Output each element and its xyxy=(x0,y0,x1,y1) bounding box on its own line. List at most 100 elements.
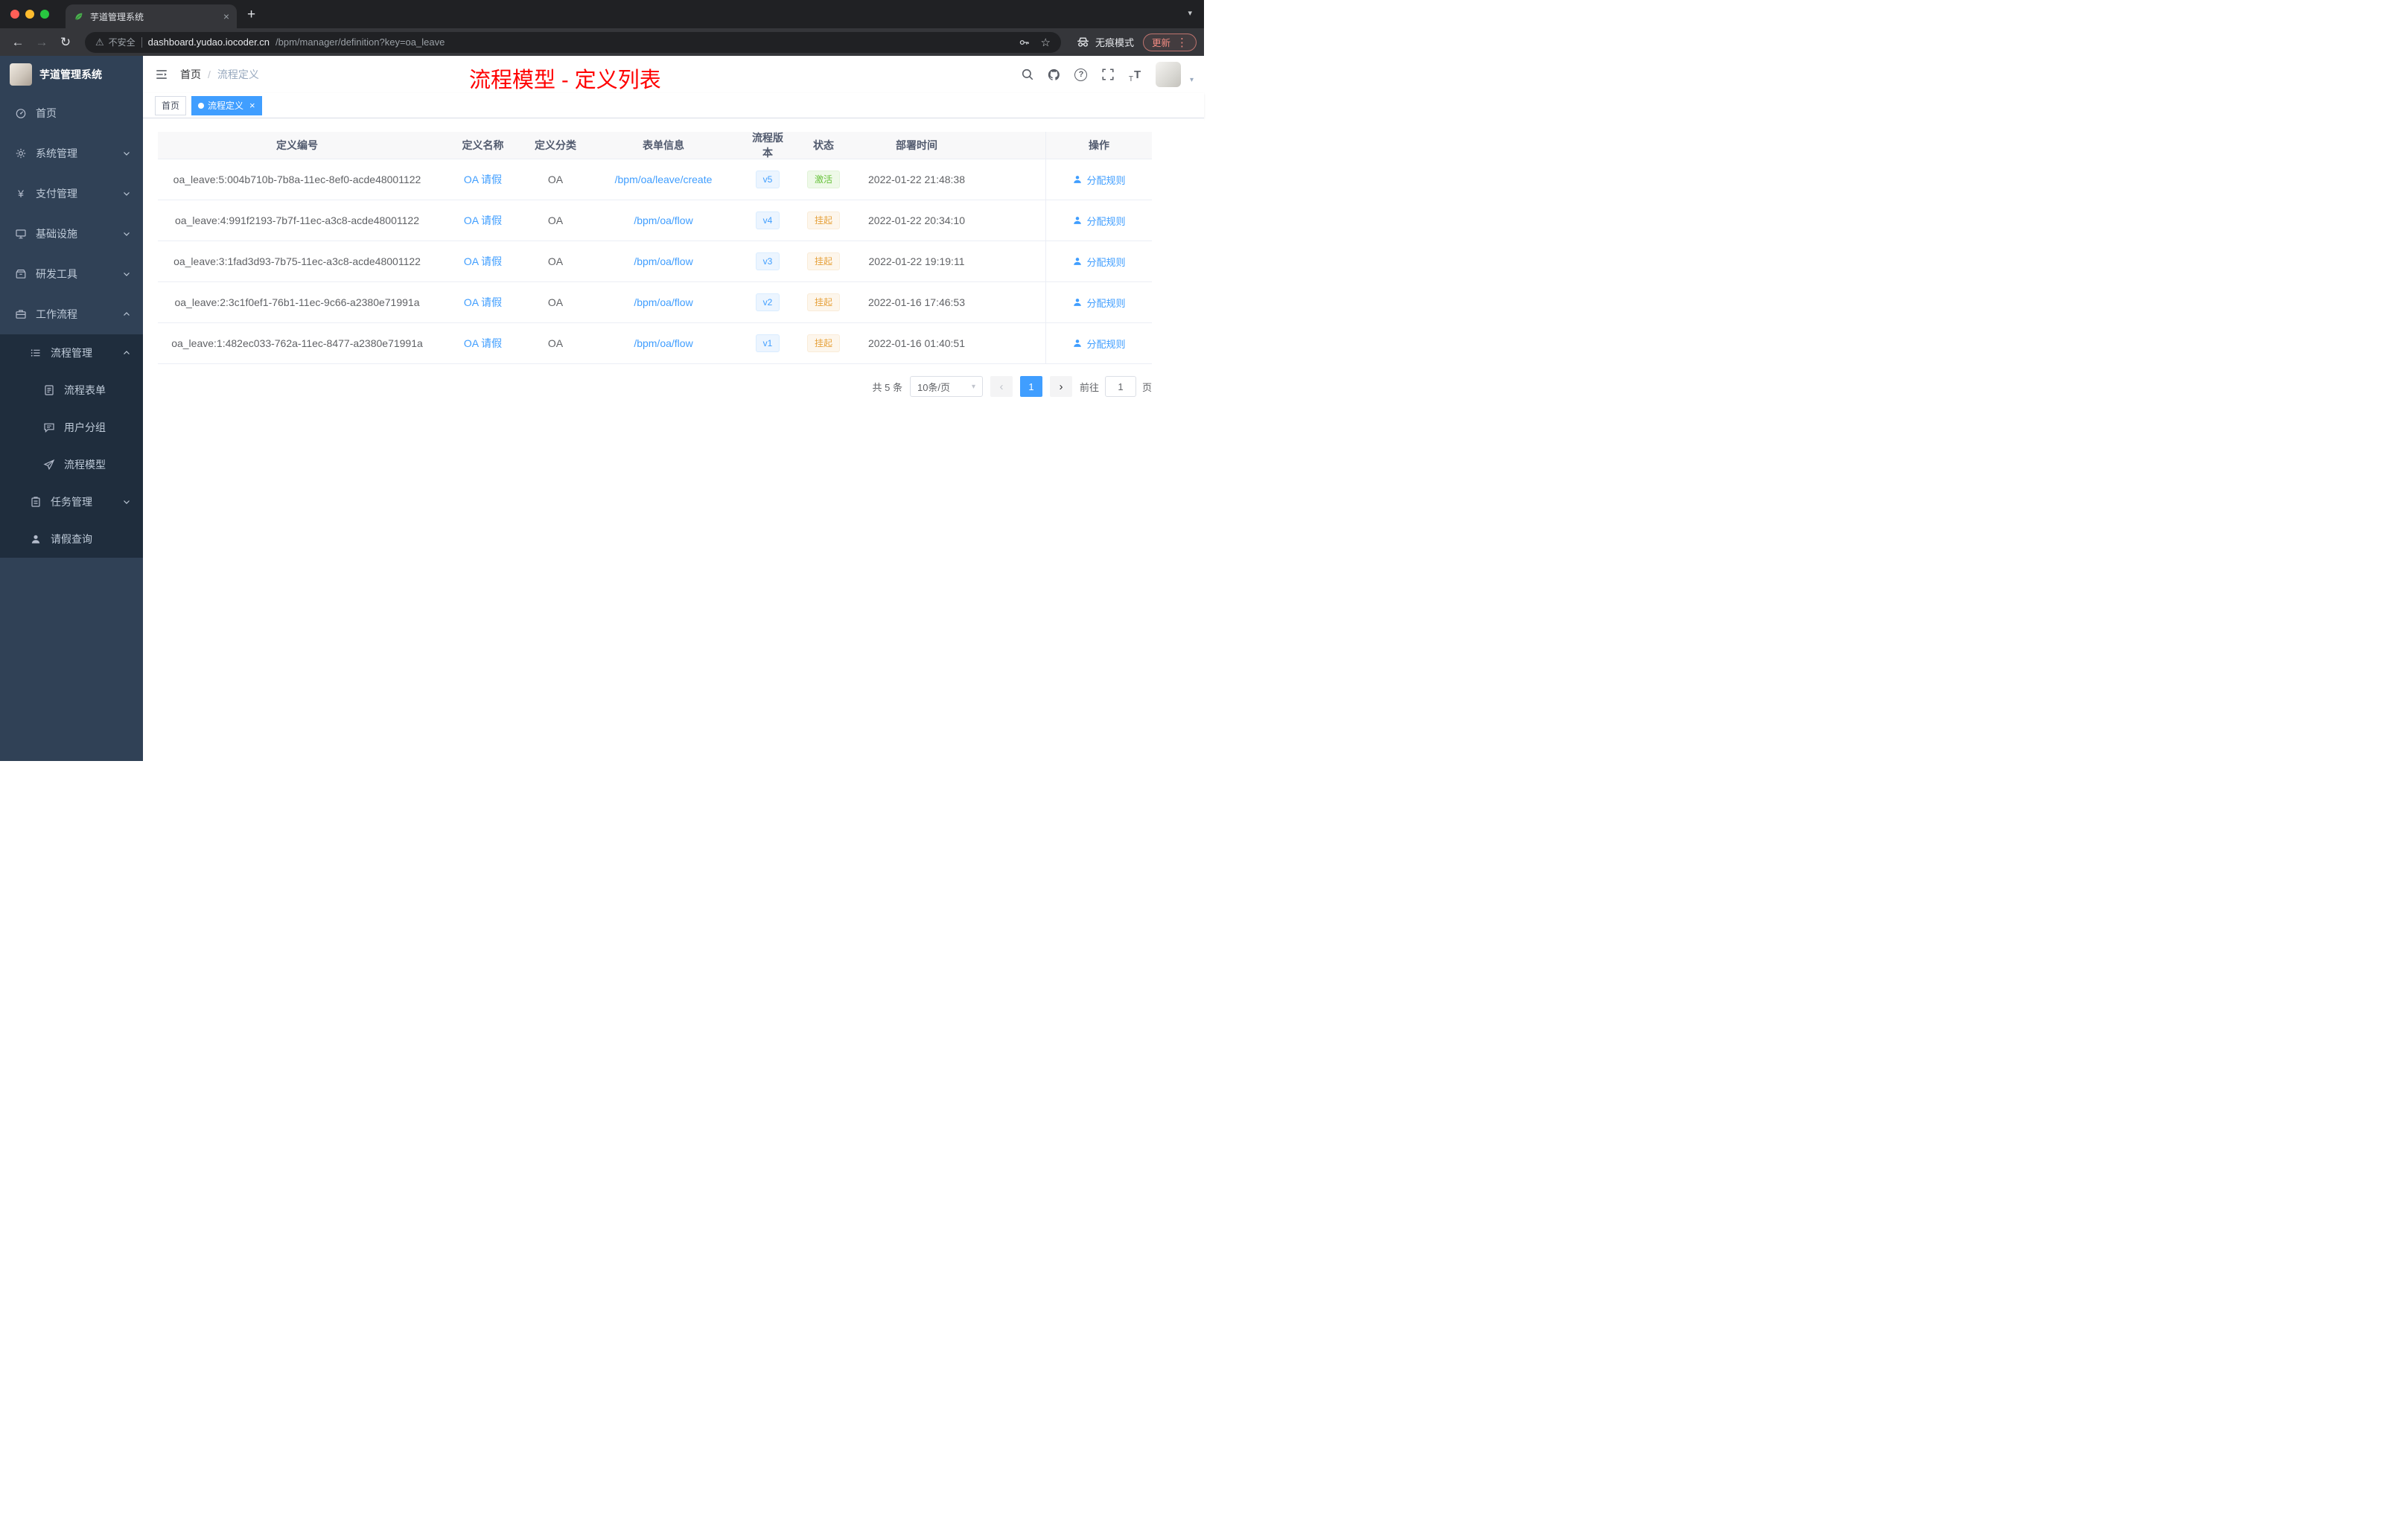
key-icon[interactable] xyxy=(1019,36,1031,48)
avatar-caret-icon[interactable]: ▾ xyxy=(1190,76,1194,84)
app-navbar: 首页 / 流程定义 流程模型 - 定义列表 ? T T ▾ xyxy=(143,56,1204,93)
sidebar-item-infrastructure[interactable]: 基础设施 xyxy=(0,214,143,254)
sidebar-item-task-management[interactable]: 任务管理 xyxy=(0,483,143,520)
logo-avatar xyxy=(10,63,32,86)
reload-icon[interactable]: ↻ xyxy=(55,36,76,48)
definition-name-link[interactable]: OA 请假 xyxy=(464,336,502,351)
cell-definition-id: oa_leave:1:482ec033-762a-11ec-8477-a2380… xyxy=(171,337,423,349)
sidebar-item-leave-query[interactable]: 请假查询 xyxy=(0,520,143,558)
assign-rule-button[interactable]: 分配规则 xyxy=(1072,173,1126,187)
sidebar-item-label: 流程管理 xyxy=(51,347,92,359)
pagination-total: 共 5 条 xyxy=(872,381,902,393)
definition-name-link[interactable]: OA 请假 xyxy=(464,295,502,310)
definition-name-link[interactable]: OA 请假 xyxy=(464,254,502,269)
tab-close-icon[interactable]: × xyxy=(223,11,229,22)
chat-bubble-icon xyxy=(44,423,54,433)
form-info-link[interactable]: /bpm/oa/leave/create xyxy=(615,173,713,185)
favicon-leaf-icon xyxy=(75,13,83,20)
cell-category: OA xyxy=(547,173,564,185)
incognito-indicator: 无痕模式 xyxy=(1076,35,1134,49)
sidebar-item-user-group[interactable]: 用户分组 xyxy=(0,409,143,446)
tab-list-caret-icon[interactable]: ▾ xyxy=(1188,8,1192,18)
definition-name-link[interactable]: OA 请假 xyxy=(464,213,502,228)
definition-name-link[interactable]: OA 请假 xyxy=(464,172,502,187)
tag-home[interactable]: 首页 xyxy=(155,95,187,115)
table-row: oa_leave:5:004b710b-7b8a-11ec-8ef0-acde4… xyxy=(158,159,1152,200)
url-divider xyxy=(141,36,142,48)
page-size-value: 10条/页 xyxy=(917,381,951,393)
github-icon[interactable] xyxy=(1045,66,1063,83)
next-page-button[interactable]: › xyxy=(1049,376,1072,397)
help-icon[interactable]: ? xyxy=(1072,66,1090,83)
breadcrumb-separator: / xyxy=(208,69,211,80)
form-info-link[interactable]: /bpm/oa/flow xyxy=(634,214,692,226)
table-row: oa_leave:1:482ec033-762a-11ec-8477-a2380… xyxy=(158,323,1152,364)
browser-menu-icon[interactable]: ⋮ xyxy=(1176,36,1188,49)
form-info-link[interactable]: /bpm/oa/flow xyxy=(634,255,692,267)
user-icon xyxy=(1074,176,1082,183)
tag-close-icon[interactable]: × xyxy=(249,101,255,110)
hamburger-icon[interactable] xyxy=(143,68,180,81)
sidebar-item-dev-tools[interactable]: 研发工具 xyxy=(0,254,143,294)
user-avatar[interactable] xyxy=(1155,62,1181,87)
assign-rule-button[interactable]: 分配规则 xyxy=(1072,255,1126,269)
bookmark-star-icon[interactable]: ☆ xyxy=(1041,36,1051,49)
sidebar-item-label: 首页 xyxy=(36,107,57,119)
tag-label: 流程定义 xyxy=(208,101,244,111)
zoom-window-button[interactable] xyxy=(40,10,49,19)
browser-tab[interactable]: 芋道管理系统 × xyxy=(66,4,237,28)
assign-rule-button[interactable]: 分配规则 xyxy=(1072,337,1126,351)
goto-page-input[interactable] xyxy=(1104,376,1136,397)
sidebar-item-label: 支付管理 xyxy=(36,188,77,200)
cell-category: OA xyxy=(547,337,564,349)
definition-table: 定义编号 定义名称 定义分类 表单信息 流程版本 状态 部署时间 操作 oa_l… xyxy=(158,132,1152,364)
forward-icon[interactable]: → xyxy=(31,36,52,48)
goto-label: 前往 xyxy=(1079,381,1099,393)
cell-deploy-time: 2022-01-22 19:19:11 xyxy=(868,255,965,267)
status-badge: 挂起 xyxy=(806,293,840,312)
form-info-link[interactable]: /bpm/oa/flow xyxy=(634,296,692,308)
close-window-button[interactable] xyxy=(10,10,19,19)
assign-rule-button[interactable]: 分配规则 xyxy=(1072,296,1126,310)
address-bar[interactable]: ⚠ 不安全 dashboard.yudao.iocoder.cn /bpm/ma… xyxy=(85,31,1061,53)
search-icon[interactable] xyxy=(1019,66,1036,83)
content-area: 定义编号 定义名称 定义分类 表单信息 流程版本 状态 部署时间 操作 oa_l… xyxy=(143,118,1204,761)
url-path: /bpm/manager/definition?key=oa_leave xyxy=(275,36,445,48)
col-header-spacer xyxy=(976,132,1045,159)
sidebar-item-process-form[interactable]: 流程表单 xyxy=(0,372,143,409)
prev-page-button[interactable]: ‹ xyxy=(990,376,1013,397)
chevron-down-icon xyxy=(124,152,130,156)
new-tab-button[interactable]: + xyxy=(247,7,255,22)
chevron-down-icon xyxy=(124,192,130,196)
form-info-link[interactable]: /bpm/oa/flow xyxy=(634,337,692,349)
user-icon xyxy=(1074,217,1082,224)
breadcrumb: 首页 / 流程定义 xyxy=(180,67,259,82)
assign-rule-button[interactable]: 分配规则 xyxy=(1072,214,1126,228)
tag-process-definition[interactable]: 流程定义 × xyxy=(191,95,262,115)
sidebar-item-home[interactable]: 首页 xyxy=(0,93,143,133)
sidebar-item-process-model[interactable]: 流程模型 xyxy=(0,446,143,483)
page-number-1[interactable]: 1 xyxy=(1019,376,1042,397)
sidebar-item-label: 系统管理 xyxy=(36,147,77,159)
page-size-select[interactable]: 10条/页 ▾ xyxy=(909,376,983,397)
yen-icon: ¥ xyxy=(18,188,24,200)
breadcrumb-home[interactable]: 首页 xyxy=(180,67,201,82)
security-indicator[interactable]: ⚠ 不安全 xyxy=(95,36,136,48)
chevron-down-icon xyxy=(124,232,130,236)
back-icon[interactable]: ← xyxy=(7,36,28,48)
sidebar-item-system[interactable]: 系统管理 xyxy=(0,133,143,173)
font-size-icon[interactable]: TT xyxy=(1126,66,1144,84)
browser-update-button[interactable]: 更新 ⋮ xyxy=(1142,33,1197,51)
fullscreen-icon[interactable] xyxy=(1099,66,1117,83)
sidebar-item-process-management[interactable]: 流程管理 xyxy=(0,334,143,372)
active-dot xyxy=(198,102,205,109)
cell-definition-id: oa_leave:3:1fad3d93-7b75-11ec-a3c8-acde4… xyxy=(173,255,421,267)
sidebar-item-label: 任务管理 xyxy=(51,496,92,508)
sidebar-logo[interactable]: 芋道管理系统 xyxy=(0,56,143,93)
sidebar-item-workflow[interactable]: 工作流程 xyxy=(0,294,143,334)
question-mark: ? xyxy=(1074,68,1088,81)
tag-label: 首页 xyxy=(162,101,180,111)
minimize-window-button[interactable] xyxy=(25,10,34,19)
sidebar-item-payment[interactable]: ¥ 支付管理 xyxy=(0,173,143,214)
cell-definition-id: oa_leave:4:991f2193-7b7f-11ec-a3c8-acde4… xyxy=(175,214,419,226)
